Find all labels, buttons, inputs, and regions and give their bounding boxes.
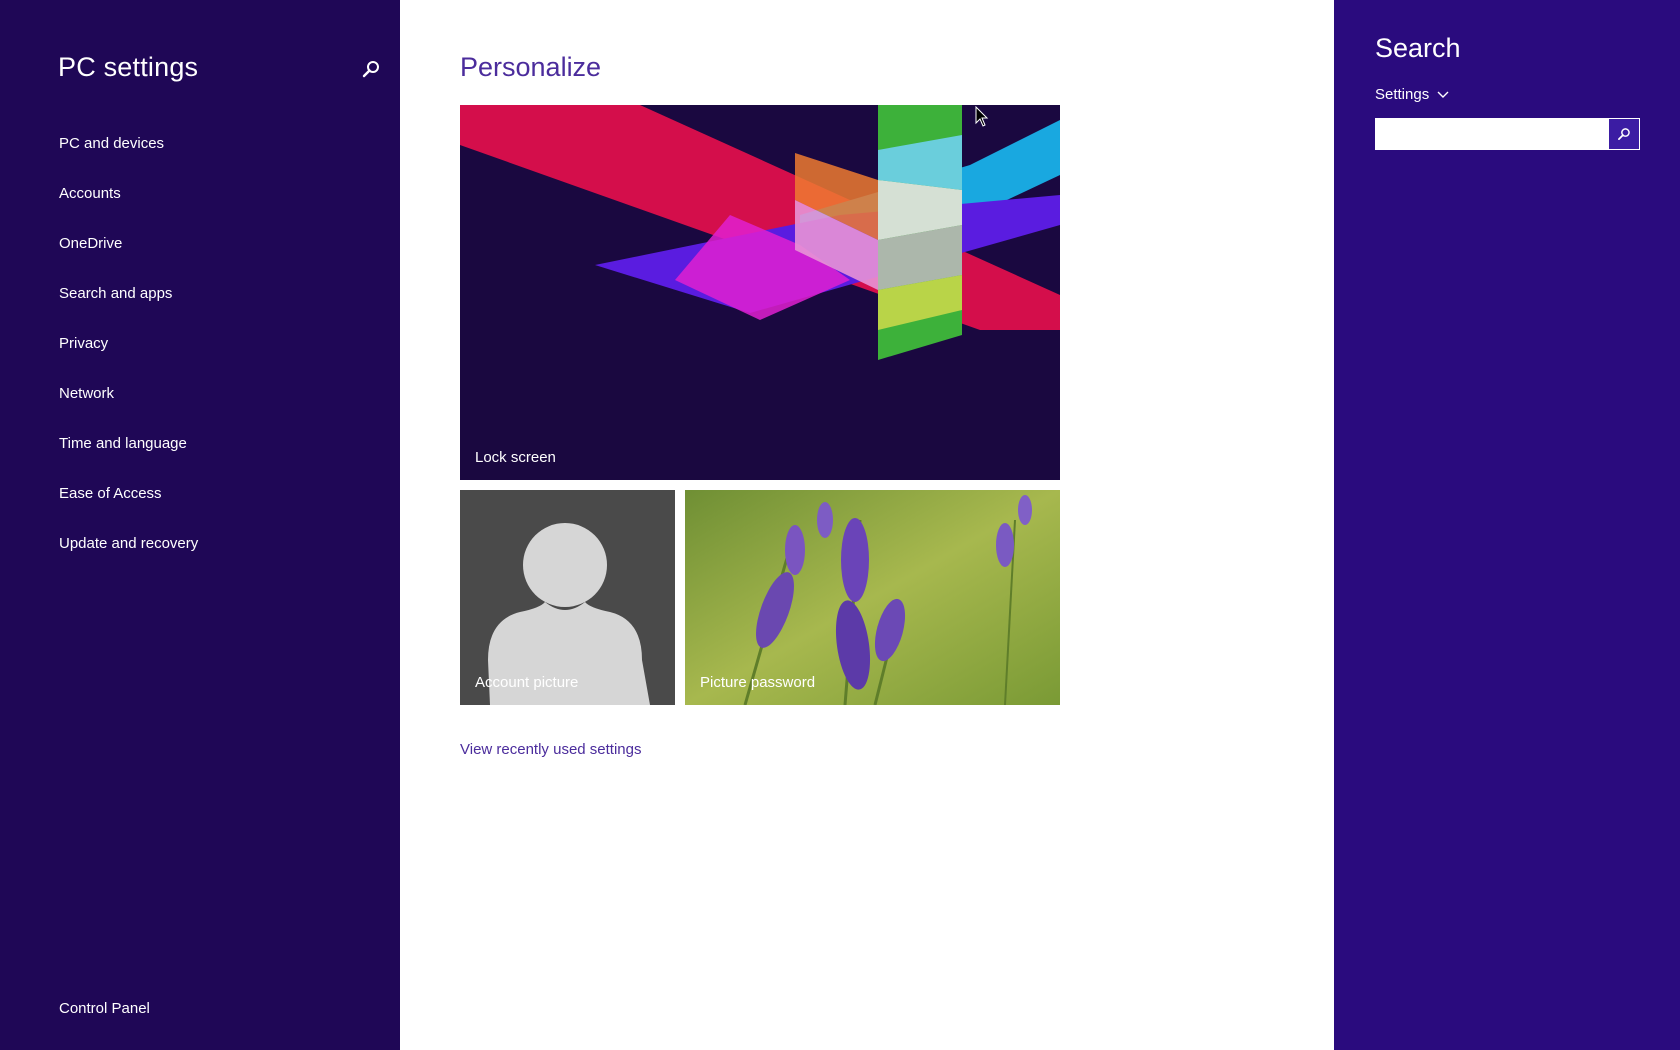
nav-item-pc-and-devices[interactable]: PC and devices	[59, 134, 198, 184]
nav-item-onedrive[interactable]: OneDrive	[59, 234, 198, 284]
lock-screen-image	[460, 105, 1060, 480]
search-input[interactable]	[1375, 118, 1608, 150]
picture-password-tile[interactable]: Picture password	[685, 490, 1060, 705]
settings-nav-pane: PC settings PC and devices Accounts OneD…	[0, 0, 400, 1050]
page-title: Personalize	[460, 52, 602, 82]
account-picture-tile[interactable]: Account picture	[460, 490, 675, 705]
nav-title: PC settings	[58, 52, 199, 82]
personalize-content: Personalize Lock screen Account picture …	[400, 0, 1334, 1050]
search-box	[1375, 118, 1640, 150]
search-scope-dropdown[interactable]: Settings	[1375, 86, 1449, 103]
nav-item-network[interactable]: Network	[59, 384, 198, 434]
account-picture-label: Account picture	[475, 674, 579, 691]
search-button[interactable]	[1609, 119, 1639, 149]
nav-item-search-and-apps[interactable]: Search and apps	[59, 284, 198, 334]
lock-screen-label: Lock screen	[475, 449, 556, 466]
picture-password-label: Picture password	[700, 674, 816, 691]
nav-item-accounts[interactable]: Accounts	[59, 184, 198, 234]
view-recent-settings-link[interactable]: View recently used settings	[460, 741, 642, 758]
nav-item-update-and-recovery[interactable]: Update and recovery	[59, 534, 198, 584]
search-icon	[1618, 128, 1630, 140]
control-panel-link[interactable]: Control Panel	[59, 1000, 150, 1017]
nav-item-time-and-language[interactable]: Time and language	[59, 434, 198, 484]
nav-item-privacy[interactable]: Privacy	[59, 334, 198, 384]
user-silhouette-icon	[460, 490, 675, 705]
mouse-cursor-icon	[975, 106, 989, 127]
nav-item-ease-of-access[interactable]: Ease of Access	[59, 484, 198, 534]
nav-list: PC and devices Accounts OneDrive Search …	[59, 134, 198, 584]
charm-title: Search	[1375, 33, 1461, 63]
search-icon[interactable]	[360, 58, 382, 80]
search-charm-pane: Search Settings	[1334, 0, 1680, 1050]
chevron-down-icon	[1437, 91, 1449, 98]
lavender-image	[685, 490, 1060, 705]
lock-screen-tile[interactable]: Lock screen	[460, 105, 1060, 480]
search-scope-label: Settings	[1375, 86, 1430, 103]
